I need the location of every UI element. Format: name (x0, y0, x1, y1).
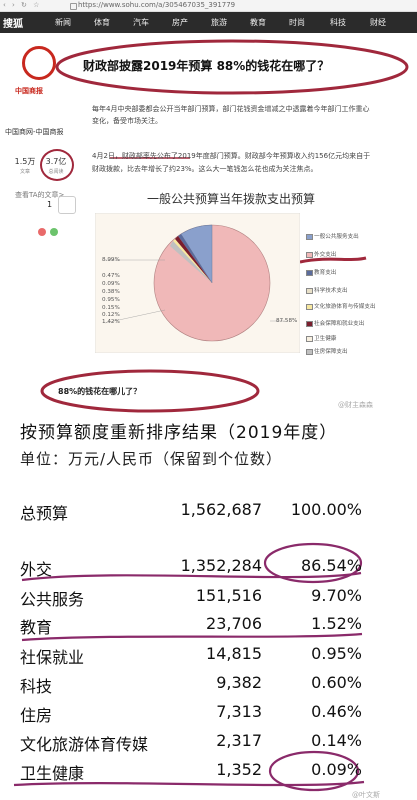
row-pct: 0.14% (311, 731, 362, 750)
pie-chart-title: 一般公共预算当年拨款支出预算 (147, 192, 316, 206)
table-unit: 单位：万元/人民币（保留到个位数） (20, 450, 283, 468)
row-pct: 0.46% (311, 702, 362, 721)
watermark-bottom: @叶文斯 (352, 791, 380, 799)
row-name: 总预算 (20, 504, 69, 523)
row-amount: 1,562,687 (180, 500, 262, 519)
legend-label: 社会保障和就业支出 (314, 321, 365, 327)
row-pct: 0.60% (311, 673, 362, 692)
legend-label: 住房保障支出 (314, 349, 348, 355)
article-paragraph-2-cont: 财政拨款，比去年增长了约23%。这么大一笔钱怎么花也成为关注焦点。 (92, 165, 318, 173)
row-amount: 7,313 (216, 702, 262, 721)
row-pct: 86.54% (300, 556, 362, 575)
legend-swatch (306, 336, 313, 342)
row-name: 文化旅游体育传媒 (20, 735, 149, 754)
row-amount: 14,815 (206, 644, 262, 663)
watermark-top: @财主森森 (338, 401, 373, 409)
row-name: 社保就业 (20, 648, 85, 667)
pie-legend: 一般公共服务支出 外交支出 教育支出 科学技术支出 文化旅游体育与传媒支出 社会… (306, 232, 416, 355)
legend-label: 科学技术支出 (314, 288, 348, 294)
legend-label: 外交支出 (314, 252, 337, 258)
legend-swatch (306, 270, 313, 276)
row-amount: 23,706 (206, 614, 262, 633)
pie-label-main: 87.58% (276, 318, 298, 324)
row-amount: 1,352 (216, 760, 262, 779)
row-pct: 9.70% (311, 586, 362, 605)
wechat-share-icon[interactable] (50, 228, 58, 236)
row-name: 教育 (20, 618, 53, 637)
article-paragraph-2: 4月2日，财政部率先公布了2019年度部门预算。财政部今年预算收入约156亿元均… (92, 152, 371, 160)
row-underline-jiaoyu (21, 632, 363, 642)
legend-swatch (306, 288, 313, 294)
legend-label: 文化旅游体育与传媒支出 (314, 304, 376, 310)
side-count: 1 (47, 200, 53, 209)
legend-swatch (306, 234, 313, 240)
row-name: 外交 (20, 560, 53, 579)
row-amount: 2,317 (216, 731, 262, 750)
row-name: 公共服务 (20, 590, 85, 609)
article-paragraph-1: 每年4月中央部委都会公开当年部门预算，部门花钱资金增减之中透露着今年部门工作重心 (92, 105, 370, 113)
pie-label-2: 0.47% (102, 273, 120, 279)
row-name: 住房 (20, 706, 53, 725)
row-amount: 151,516 (195, 586, 262, 605)
pie-label-7: 0.12% (102, 312, 120, 318)
article-caption: 88%的钱花在哪儿了？ (58, 387, 142, 396)
pie-label-1: 8.99% (102, 257, 120, 263)
legend-label: 一般公共服务支出 (314, 234, 359, 240)
legend-label: 教育支出 (314, 270, 337, 276)
row-amount: 9,382 (216, 673, 262, 692)
row-pct: 0.09% (311, 760, 362, 779)
article-paragraph-1-cont: 变化，备受市场关注。 (92, 117, 162, 125)
row-name: 科技 (20, 677, 53, 696)
legend-swatch (306, 321, 313, 327)
legend-swatch (306, 349, 313, 355)
pie-label-8: 1.42% (102, 319, 120, 325)
weibo-share-icon[interactable] (38, 228, 46, 236)
table-title: 按预算额度重新排序结果（2019年度） (20, 423, 338, 443)
pie-label-5: 0.95% (102, 297, 120, 303)
row-name: 卫生健康 (20, 764, 85, 783)
row-pct: 100.00% (290, 500, 362, 519)
row-pct: 1.52% (311, 614, 362, 633)
pie-label-3: 0.09% (102, 281, 120, 287)
row-amount: 1,352,284 (180, 556, 262, 575)
article-title: 财政部披露2019年预算 88%的钱花在哪了？ (83, 59, 330, 73)
pie-label-4: 0.38% (102, 289, 120, 295)
row-pct: 0.95% (311, 644, 362, 663)
pie-small-labels: 8.99% 0.47% 0.09% 0.38% 0.95% 0.15% 0.12… (96, 253, 132, 325)
legend-swatch (306, 252, 313, 258)
pie-label-6: 0.15% (102, 305, 120, 311)
side-share-box[interactable] (58, 196, 76, 214)
legend-swatch (306, 304, 313, 310)
legend-label: 卫生健康 (314, 336, 337, 342)
